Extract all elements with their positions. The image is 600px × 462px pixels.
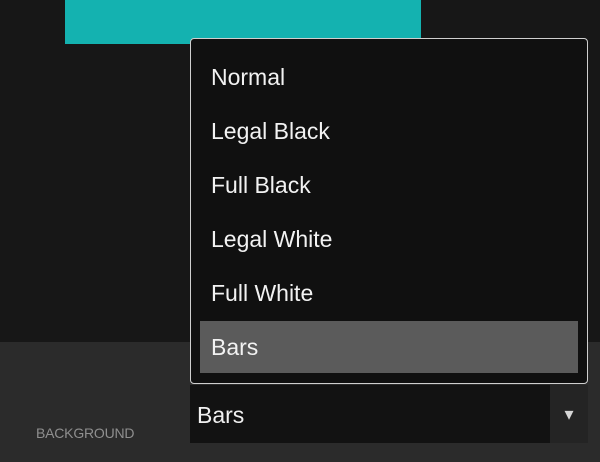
- background-selector-window: BACKGROUND Bars ▾ Normal Legal Black Ful…: [0, 0, 600, 462]
- option-legal-white[interactable]: Legal White: [200, 213, 578, 265]
- option-bars[interactable]: Bars: [200, 321, 578, 373]
- background-select[interactable]: Bars ▾: [190, 385, 588, 443]
- background-select-value: Bars: [197, 402, 245, 428]
- background-dropdown-menu: Normal Legal Black Full Black Legal Whit…: [190, 38, 588, 384]
- option-normal[interactable]: Normal: [200, 51, 578, 103]
- option-legal-black[interactable]: Legal Black: [200, 105, 578, 157]
- chevron-down-icon[interactable]: ▾: [550, 385, 588, 443]
- option-full-black[interactable]: Full Black: [200, 159, 578, 211]
- option-full-white[interactable]: Full White: [200, 267, 578, 319]
- background-label: BACKGROUND: [36, 425, 135, 441]
